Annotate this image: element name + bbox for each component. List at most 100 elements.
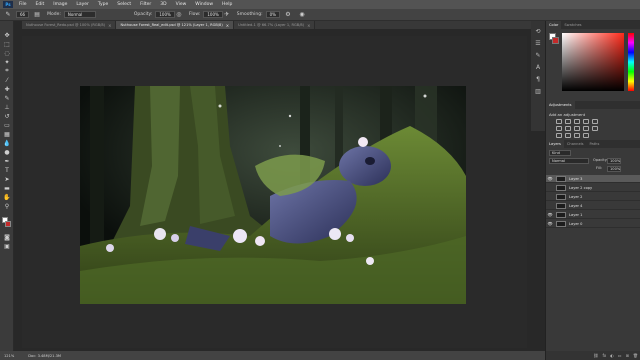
layer-row[interactable]: Layer 2 copy bbox=[546, 184, 640, 192]
new-group-icon[interactable]: ▭ bbox=[618, 353, 622, 358]
brightness-contrast-icon[interactable] bbox=[556, 119, 562, 124]
close-icon[interactable]: × bbox=[307, 23, 310, 28]
color-picker-field[interactable] bbox=[562, 33, 624, 91]
hue-saturation-icon[interactable] bbox=[556, 126, 562, 131]
channel-mixer-icon[interactable] bbox=[592, 126, 598, 131]
properties-icon[interactable]: ☰ bbox=[534, 39, 542, 47]
new-layer-icon[interactable]: ⊞ bbox=[626, 353, 629, 358]
eraser-tool-icon[interactable]: ▭ bbox=[2, 121, 12, 129]
color-panel-background-swatch[interactable] bbox=[552, 37, 559, 44]
opacity-field[interactable]: 100% bbox=[155, 11, 175, 18]
delete-layer-icon[interactable]: 🗑 bbox=[633, 353, 638, 358]
tab-document-3[interactable]: Untitled-1 @ 66.7% (Layer 1, RGB/8) × bbox=[234, 21, 316, 29]
black-white-icon[interactable] bbox=[574, 126, 580, 131]
shape-tool-icon[interactable]: ▬ bbox=[2, 184, 12, 192]
menu-window[interactable]: Window bbox=[195, 2, 213, 7]
posterize-icon[interactable] bbox=[565, 133, 571, 138]
threshold-icon[interactable] bbox=[574, 133, 580, 138]
clone-stamp-tool-icon[interactable]: ⊥ bbox=[2, 103, 12, 111]
layer-row[interactable]: 👁 Layer 3 bbox=[546, 175, 640, 183]
menu-file[interactable]: File bbox=[19, 2, 27, 7]
pressure-size-icon[interactable]: ◉ bbox=[298, 11, 306, 19]
history-icon[interactable]: ⟲ bbox=[534, 27, 542, 35]
layer-style-icon[interactable]: fx bbox=[603, 353, 607, 358]
menu-3d[interactable]: 3D bbox=[160, 2, 166, 7]
layer-fill-field[interactable]: 100% bbox=[607, 166, 621, 172]
menu-help[interactable]: Help bbox=[222, 2, 232, 7]
menu-image[interactable]: Image bbox=[53, 2, 67, 7]
layer-row[interactable]: 👁 Layer 0 bbox=[546, 220, 640, 228]
marquee-tool-icon[interactable]: ⬚ bbox=[2, 40, 12, 48]
hue-slider[interactable] bbox=[628, 33, 634, 91]
menu-filter[interactable]: Filter bbox=[140, 2, 151, 7]
history-brush-tool-icon[interactable]: ↺ bbox=[2, 112, 12, 120]
tab-adjustments[interactable]: Adjustments bbox=[546, 101, 575, 109]
link-layers-icon[interactable]: ⛓ bbox=[593, 353, 598, 358]
canvas-artwork[interactable] bbox=[80, 86, 466, 304]
layer-filter-kind[interactable]: Kind bbox=[549, 150, 571, 156]
document-info[interactable]: Doc: 3.48M/21.3M bbox=[28, 354, 61, 358]
path-select-tool-icon[interactable]: ➤ bbox=[2, 175, 12, 183]
add-mask-icon[interactable]: ◐ bbox=[610, 353, 614, 358]
quick-select-tool-icon[interactable]: ✦ bbox=[2, 58, 12, 66]
crop-tool-icon[interactable]: ⌗ bbox=[2, 67, 12, 75]
gradient-tool-icon[interactable]: ▦ bbox=[2, 130, 12, 138]
airbrush-icon[interactable]: ✈ bbox=[223, 11, 231, 19]
screen-mode-icon[interactable]: ▣ bbox=[2, 242, 12, 250]
pen-tool-icon[interactable]: ✒ bbox=[2, 157, 12, 165]
type-tool-icon[interactable]: T bbox=[2, 166, 12, 174]
brush-settings-icon[interactable]: ▤ bbox=[33, 11, 41, 19]
eye-icon[interactable]: 👁 bbox=[546, 212, 554, 217]
tab-swatches[interactable]: Swatches bbox=[561, 21, 584, 29]
eye-icon[interactable]: 👁 bbox=[546, 221, 554, 226]
mode-select[interactable]: Normal bbox=[63, 11, 96, 18]
blend-mode-select[interactable]: Normal bbox=[549, 158, 589, 164]
quick-mask-icon[interactable]: ◙ bbox=[2, 233, 12, 241]
curves-icon[interactable] bbox=[574, 119, 580, 124]
pressure-opacity-icon[interactable]: ◎ bbox=[175, 11, 183, 19]
character-icon[interactable]: A bbox=[534, 63, 542, 71]
invert-icon[interactable] bbox=[556, 133, 562, 138]
menu-view[interactable]: View bbox=[176, 2, 187, 7]
layer-row[interactable]: 👁 Layer 1 bbox=[546, 211, 640, 219]
move-tool-icon[interactable]: ✥ bbox=[2, 31, 12, 39]
hand-tool-icon[interactable]: ✋ bbox=[2, 193, 12, 201]
photo-filter-icon[interactable] bbox=[583, 126, 589, 131]
healing-brush-tool-icon[interactable]: ✚ bbox=[2, 85, 12, 93]
tab-document-1[interactable]: Nuthouse Forest_Redo.psd @ 100% (RGB/8) × bbox=[22, 21, 117, 29]
background-color-swatch[interactable] bbox=[5, 221, 11, 227]
brush-size-field[interactable]: 66 bbox=[16, 11, 30, 18]
blur-tool-icon[interactable]: 💧 bbox=[2, 139, 12, 147]
brush-presets-icon[interactable]: ✎ bbox=[534, 51, 542, 59]
menu-edit[interactable]: Edit bbox=[36, 2, 45, 7]
tab-paths[interactable]: Paths bbox=[587, 140, 603, 148]
menu-type[interactable]: Type bbox=[98, 2, 108, 7]
dodge-tool-icon[interactable]: ● bbox=[2, 148, 12, 156]
lasso-tool-icon[interactable]: ◌ bbox=[2, 49, 12, 57]
tab-document-2[interactable]: Nuthouse Forest_Real_edit.psd @ 121% (La… bbox=[116, 21, 235, 29]
layer-row[interactable]: Layer 2 bbox=[546, 193, 640, 201]
gradient-map-icon[interactable] bbox=[583, 133, 589, 138]
smoothing-field[interactable]: 0% bbox=[265, 11, 280, 18]
tab-color[interactable]: Color bbox=[546, 21, 562, 29]
eyedropper-tool-icon[interactable]: ⁄ bbox=[2, 76, 12, 84]
eye-icon[interactable]: 👁 bbox=[546, 176, 554, 181]
color-balance-icon[interactable] bbox=[565, 126, 571, 131]
vibrance-icon[interactable] bbox=[592, 119, 598, 124]
tab-layers[interactable]: Layers bbox=[546, 140, 564, 148]
menu-select[interactable]: Select bbox=[117, 2, 131, 7]
zoom-level[interactable]: 121% bbox=[4, 354, 14, 358]
smoothing-gear-icon[interactable]: ⚙ bbox=[284, 11, 292, 19]
close-icon[interactable]: × bbox=[226, 23, 229, 28]
exposure-icon[interactable] bbox=[583, 119, 589, 124]
close-icon[interactable]: × bbox=[108, 23, 111, 28]
libraries-icon[interactable]: ▥ bbox=[534, 87, 542, 95]
levels-icon[interactable] bbox=[565, 119, 571, 124]
layer-opacity-field[interactable]: 100% bbox=[607, 158, 621, 164]
paragraph-icon[interactable]: ¶ bbox=[534, 75, 542, 83]
photoshop-logo[interactable]: Ps bbox=[3, 1, 13, 8]
zoom-tool-icon[interactable]: ⚲ bbox=[2, 202, 12, 210]
flow-field[interactable]: 100% bbox=[203, 11, 223, 18]
tab-channels[interactable]: Channels bbox=[564, 140, 587, 148]
brush-tool-preset-icon[interactable]: ✎ bbox=[4, 11, 12, 19]
